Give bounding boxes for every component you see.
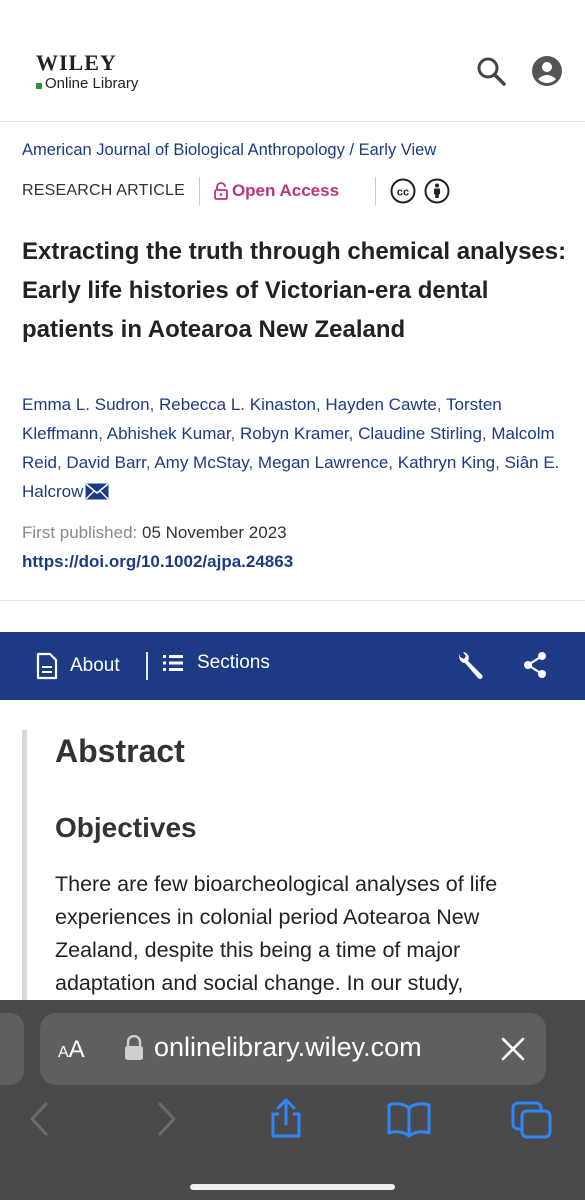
doi-link[interactable]: https://doi.org/10.1002/ajpa.24863	[22, 552, 293, 572]
article-toolbar: About Sections	[0, 632, 585, 700]
author-link[interactable]: Amy McStay	[154, 453, 248, 472]
document-icon	[36, 652, 58, 680]
forward-icon[interactable]	[154, 1100, 178, 1138]
wiley-logo[interactable]: WILEY Online Library	[36, 52, 138, 92]
objectives-heading: Objectives	[55, 812, 197, 843]
author-link[interactable]: Kathryn King	[398, 453, 495, 472]
author-list: Emma L. Sudron, Rebecca L. Kinaston, Hay…	[22, 395, 560, 501]
close-icon[interactable]	[500, 1036, 526, 1062]
creative-commons-icon: cc	[390, 178, 416, 204]
author-link[interactable]: Rebecca L. Kinaston	[159, 395, 316, 414]
first-published-label: First published:	[22, 523, 138, 542]
author-link[interactable]: Megan Lawrence	[258, 453, 388, 472]
about-label: About	[70, 655, 120, 676]
sections-button[interactable]: Sections	[163, 652, 270, 674]
author-link[interactable]: Abhishek Kumar	[107, 424, 231, 443]
attribution-icon	[424, 178, 450, 204]
about-button[interactable]: About	[36, 652, 120, 680]
back-icon[interactable]	[28, 1100, 52, 1138]
list-icon	[163, 655, 183, 671]
tabs-icon[interactable]	[510, 1100, 554, 1140]
logo-wordmark: WILEY	[36, 50, 117, 75]
first-published-date: 05 November 2023	[142, 523, 287, 542]
author-link[interactable]: David Barr	[66, 453, 145, 472]
article-title: Extracting the truth through chemical an…	[22, 238, 567, 343]
license-icons[interactable]: cc	[390, 178, 450, 204]
bookmarks-icon[interactable]	[386, 1100, 432, 1138]
author-link[interactable]: Robyn Kramer	[240, 424, 349, 443]
open-access-badge: Open Access	[214, 181, 339, 201]
article-type-label: RESEARCH ARTICLE	[22, 182, 185, 199]
author-link[interactable]: Hayden Cawte	[325, 395, 437, 414]
abstract-heading: Abstract	[55, 733, 185, 769]
share-icon[interactable]	[522, 651, 548, 679]
article-meta-row: RESEARCH ARTICLE Open Access cc	[22, 176, 450, 206]
logo-dot	[36, 82, 42, 89]
unlock-icon	[214, 182, 228, 200]
search-icon[interactable]	[474, 54, 508, 88]
account-icon[interactable]	[530, 54, 564, 88]
email-icon[interactable]	[85, 483, 109, 500]
meta-divider	[198, 177, 200, 205]
home-indicator[interactable]	[190, 1184, 395, 1190]
abstract-accent-bar	[22, 730, 27, 1030]
open-access-label: Open Access	[231, 181, 340, 200]
sections-label: Sections	[197, 652, 270, 673]
share-sheet-icon[interactable]	[268, 1096, 304, 1140]
logo-subtitle: Online Library	[45, 75, 139, 92]
previous-tab-peek[interactable]	[0, 1013, 24, 1085]
abstract-text: There are few bioarcheological analyses …	[55, 872, 498, 995]
wrench-icon[interactable]	[454, 650, 484, 682]
first-published: First published: 05 November 2023	[22, 523, 287, 543]
journal-breadcrumb[interactable]: American Journal of Biological Anthropol…	[22, 141, 436, 160]
url-text[interactable]: onlinelibrary.wiley.com	[154, 1032, 422, 1063]
meta-divider	[375, 177, 377, 205]
site-header: WILEY Online Library	[0, 0, 585, 122]
section-divider	[0, 600, 585, 601]
lock-icon	[125, 1035, 143, 1060]
page-settings-button[interactable]: AA	[58, 1036, 85, 1064]
svg-text:cc: cc	[397, 187, 409, 199]
author-link[interactable]: Emma L. Sudron	[22, 395, 150, 414]
toolbar-divider	[146, 652, 148, 680]
author-link[interactable]: Claudine Stirling	[358, 424, 482, 443]
